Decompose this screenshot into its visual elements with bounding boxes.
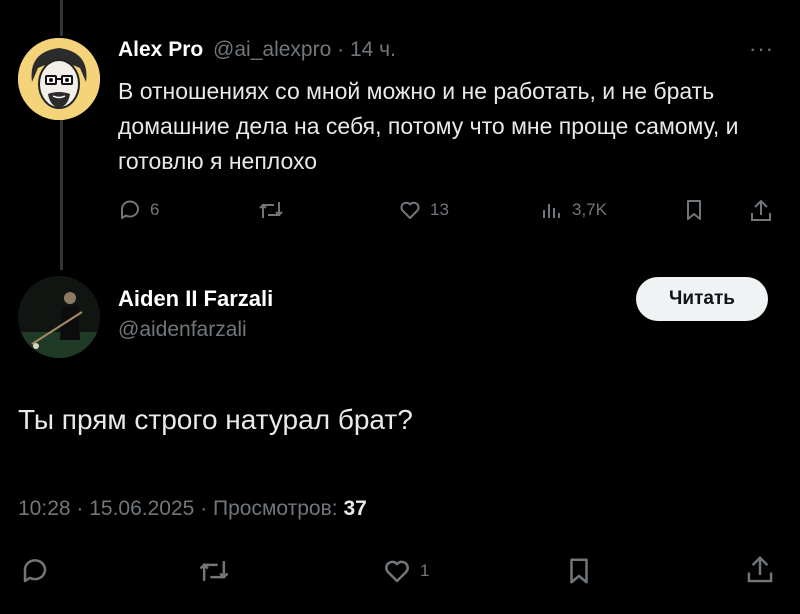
heart-icon — [400, 201, 420, 219]
like-count: 1 — [420, 561, 430, 580]
author-handle[interactable]: @aidenfarzali — [118, 318, 247, 342]
views-label: Просмотров: — [213, 497, 338, 520]
separator: · — [337, 38, 345, 61]
follow-button[interactable]: Читать — [636, 277, 768, 321]
views-button[interactable]: 3,7K — [540, 198, 607, 222]
post-age[interactable]: 14 ч. — [350, 38, 396, 61]
post-date[interactable]: 15.06.2025 — [89, 497, 194, 520]
repost-button[interactable] — [258, 198, 292, 222]
post-time[interactable]: 10:28 — [18, 497, 71, 520]
separator: · — [76, 497, 90, 520]
share-button[interactable] — [748, 198, 774, 224]
more-icon[interactable]: ··· — [749, 36, 774, 62]
quoted-post-header: Alex Pro @ai_alexpro · 14 ч. — [118, 38, 396, 62]
bookmark-button[interactable] — [682, 198, 706, 222]
like-button[interactable]: 13 — [398, 198, 449, 222]
share-icon — [751, 199, 771, 221]
views-count: 37 — [343, 497, 367, 520]
heart-icon — [385, 560, 409, 583]
reply-icon — [121, 200, 139, 219]
avatar-photo-icon — [18, 276, 100, 358]
thread-line-top — [60, 0, 63, 36]
reply-button[interactable]: 6 — [118, 198, 159, 222]
bookmark-icon — [570, 558, 588, 584]
author-handle[interactable]: @ai_alexpro — [213, 38, 331, 61]
like-button[interactable]: 1 — [382, 556, 429, 586]
views-count: 3,7K — [572, 200, 607, 219]
bookmark-icon — [687, 200, 701, 220]
avatar[interactable] — [18, 276, 100, 358]
views-icon — [543, 204, 560, 218]
author-name[interactable]: Alex Pro — [118, 38, 203, 61]
quoted-post-text: В отношениях со мной можно и не работать… — [118, 78, 739, 174]
thread-line — [60, 118, 63, 270]
repost-button[interactable] — [198, 556, 230, 586]
post-meta: 10:28 · 15.06.2025 · Просмотров: 37 — [18, 497, 367, 521]
avatar-cartoon-icon — [18, 38, 100, 120]
author-name[interactable]: Aiden II Farzali — [118, 286, 273, 312]
reply-button[interactable] — [20, 556, 50, 586]
reply-icon — [23, 559, 47, 583]
share-button[interactable] — [744, 554, 776, 586]
like-count: 13 — [430, 200, 449, 219]
avatar[interactable] — [18, 38, 100, 120]
repost-icon — [259, 202, 283, 218]
bookmark-button[interactable] — [564, 556, 594, 586]
post-text: Ты прям строго натурал брат? — [18, 404, 413, 435]
reply-count: 6 — [150, 200, 160, 219]
repost-icon — [199, 561, 229, 581]
share-icon — [747, 555, 773, 583]
separator: · — [200, 497, 214, 520]
